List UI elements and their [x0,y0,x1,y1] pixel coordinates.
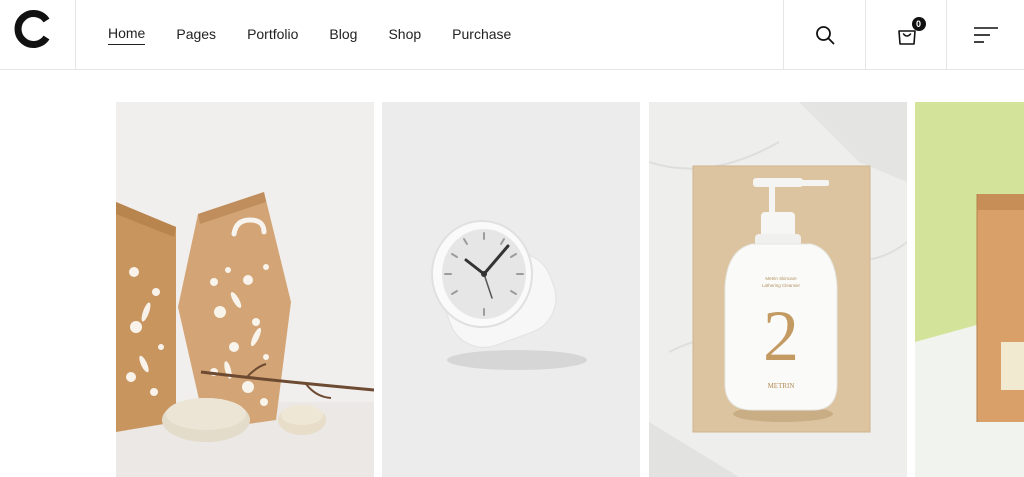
nav-item-purchase[interactable]: Purchase [452,25,511,45]
paper-bags-image[interactable] [116,102,374,477]
search-button[interactable] [783,0,865,69]
cart-count-badge: 0 [911,16,926,31]
site-header: Home Pages Portfolio Blog Shop Purchase … [0,0,1024,70]
nav-item-pages[interactable]: Pages [176,25,216,45]
cart-wrap[interactable]: 0 [896,16,926,46]
nav-item-blog[interactable]: Blog [329,25,357,45]
bottle-brand: METRIN [768,382,795,390]
gallery-item-clock[interactable] [382,102,640,477]
nav-item-shop[interactable]: Shop [388,25,421,45]
gallery-item-kraft-pouch[interactable] [915,102,1024,477]
ring-logo-icon[interactable] [13,8,55,50]
clock-image[interactable] [382,102,640,477]
search-icon[interactable] [815,25,835,45]
nav-item-home[interactable]: Home [108,24,146,45]
gallery-item-paper-bags[interactable] [116,102,374,477]
kraft-pouch-image[interactable] [915,102,1024,477]
menu-button[interactable] [946,0,1024,69]
bottle-small-text-1: Metrin Skincare [765,276,797,281]
gallery-item-soap-bottle[interactable]: Metrin Skincare Lathering Cleanser 2 MET… [649,102,907,477]
main-nav: Home Pages Portfolio Blog Shop Purchase [108,0,542,69]
hamburger-menu-icon[interactable] [973,25,999,45]
nav-item-portfolio[interactable]: Portfolio [247,25,298,45]
product-gallery: Metrin Skincare Lathering Cleanser 2 MET… [0,102,1024,477]
logo-cell[interactable] [0,0,76,69]
soap-bottle-image[interactable]: Metrin Skincare Lathering Cleanser 2 MET… [649,102,907,477]
cart-button[interactable]: 0 [865,0,947,69]
bottle-number: 2 [763,296,799,376]
bottle-small-text-2: Lathering Cleanser [762,283,801,288]
